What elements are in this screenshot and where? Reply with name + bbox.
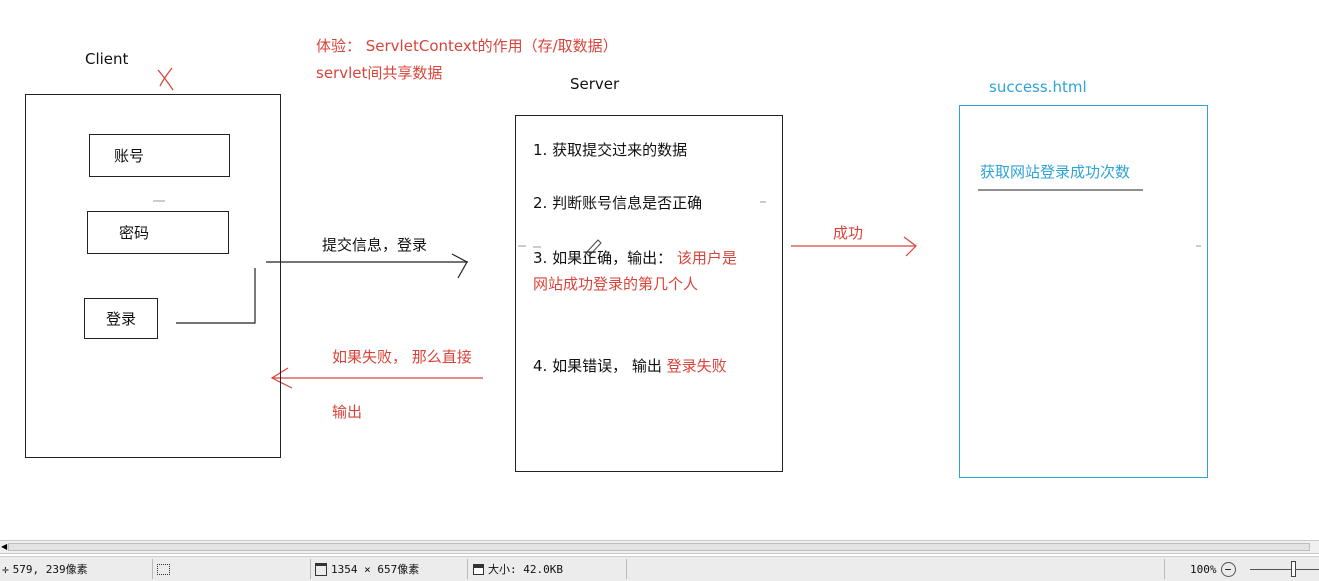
fail-arrow [270, 367, 483, 389]
cursor-position: 579, 239像素 [12, 563, 88, 576]
selection-icon [157, 563, 170, 575]
horizontal-scrollbar[interactable]: ◀ [0, 540, 1319, 554]
client-title: Client [85, 50, 129, 68]
annotation-line-2: servlet间共享数据 [316, 64, 443, 82]
zoom-level: 100% [1190, 562, 1217, 576]
account-field[interactable]: 账号 [89, 134, 230, 177]
login-label: 登录 [105, 310, 136, 328]
annotation-line-1: 体验： ServletContext的作用（存/取数据） [316, 37, 618, 55]
server-title: Server [570, 75, 620, 93]
scrollbar-thumb[interactable] [8, 543, 1310, 551]
server-step-4-highlight: 登录失败 [666, 357, 727, 375]
server-step-1: 1. 获取提交过来的数据 [533, 141, 688, 159]
file-size-segment: 大小: 42.0KB [473, 560, 563, 578]
scroll-left-arrow-icon[interactable]: ◀ [1, 542, 7, 552]
success-content: 获取网站登录成功次数 [980, 163, 1131, 181]
client-cross-mark [157, 67, 174, 91]
account-label: 账号 [114, 147, 145, 165]
fail-label-line-2: 输出 [332, 403, 363, 421]
crosshair-icon: ✛ [2, 562, 9, 576]
server-step-3-prefix: 3. 如果正确，输出： [533, 249, 673, 267]
login-button[interactable]: 登录 [84, 298, 158, 339]
success-label: 成功 [833, 224, 864, 242]
zoom-slider-track[interactable] [1250, 569, 1319, 570]
zoom-slider-thumb[interactable] [1291, 561, 1296, 577]
file-size: 大小: 42.0KB [488, 563, 563, 576]
status-bar: ✛ 579, 239像素 1354 × 657像素 大小: 42.0KB 100… [0, 556, 1319, 581]
image-size: 1354 × 657像素 [331, 563, 420, 576]
submit-arrow [266, 253, 468, 279]
password-field[interactable]: 密码 [87, 211, 229, 254]
success-title: success.html [989, 78, 1087, 96]
selection-segment [157, 560, 170, 578]
cursor-position-segment: ✛ 579, 239像素 [2, 560, 88, 578]
image-size-segment: 1354 × 657像素 [315, 560, 419, 578]
fail-label-line-1: 如果失败， 那么直接 [332, 348, 472, 366]
disk-icon [473, 563, 484, 575]
server-step-2: 2. 判断账号信息是否正确 [533, 194, 703, 212]
zoom-segment: 100% − [1190, 560, 1236, 578]
zoom-out-icon[interactable]: − [1220, 561, 1236, 577]
server-step-4: 4. 如果错误， 输出 登录失败 [533, 353, 748, 379]
server-step-4-prefix: 4. 如果错误， 输出 [533, 357, 662, 375]
server-step-3: 3. 如果正确，输出： 该用户是网站成功登录的第几个人 [533, 245, 748, 297]
password-label: 密码 [119, 224, 150, 242]
image-size-icon [315, 562, 327, 576]
submit-label: 提交信息，登录 [322, 236, 428, 254]
